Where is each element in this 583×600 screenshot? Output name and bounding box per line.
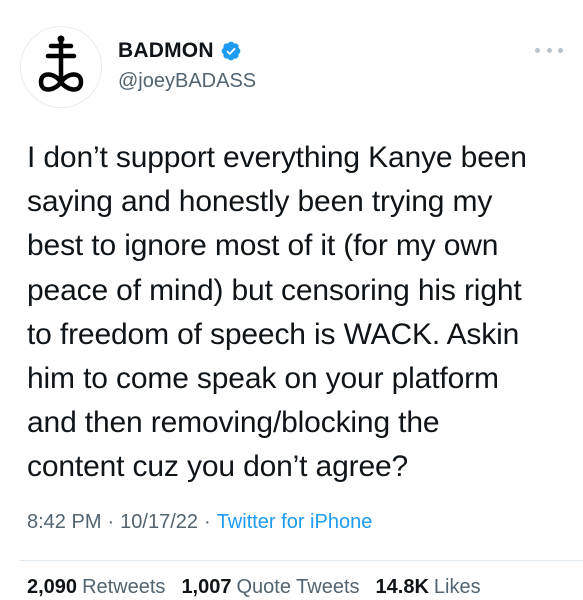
more-dot bbox=[558, 47, 563, 53]
tweet-text-line: to freedom of speech is WACK. Askin bbox=[27, 317, 520, 351]
verified-badge-icon bbox=[221, 41, 241, 61]
author-display-name[interactable]: BADMON bbox=[118, 39, 214, 63]
tweet-text-line: I don’t support everything Kanye been bbox=[27, 141, 527, 174]
more-dot bbox=[546, 47, 552, 53]
quote-tweets-stat[interactable]: 1,007 Quote Tweets bbox=[181, 576, 359, 599]
meta-separator: · bbox=[204, 511, 211, 533]
tweet-text-line: and then removing/blocking the bbox=[27, 406, 440, 440]
tweet-text-line: peace of mind) but censoring his right bbox=[27, 273, 522, 307]
tweet-text-line: him to come speak on your platform bbox=[27, 362, 499, 396]
tweet-text: I don’t support everything Kanye been sa… bbox=[27, 136, 567, 490]
tweet-time[interactable]: 8:42 PM bbox=[27, 511, 101, 534]
avatar[interactable] bbox=[20, 26, 102, 108]
retweets-stat[interactable]: 2,090 Retweets bbox=[27, 576, 165, 599]
meta-separator: · bbox=[107, 511, 115, 533]
quote-tweets-label: Quote Tweets bbox=[236, 576, 360, 598]
tweet-text-line: content cuz you don’t agree? bbox=[27, 450, 409, 484]
author-handle[interactable]: @joeyBADASS bbox=[118, 70, 256, 93]
likes-label: Likes bbox=[433, 576, 481, 598]
more-options-icon[interactable] bbox=[535, 40, 563, 60]
tweet-card: BADMON @joeyBADASS I don’t support every… bbox=[0, 0, 583, 600]
tweet-text-line: saying and honestly been trying my bbox=[27, 185, 493, 219]
tweet-header: BADMON @joeyBADASS bbox=[20, 26, 563, 108]
retweets-count: 2,090 bbox=[27, 576, 78, 598]
divider bbox=[20, 560, 583, 561]
tweet-source-link[interactable]: Twitter for iPhone bbox=[217, 511, 373, 534]
tweet-metadata: 8:42 PM · 10/17/22 · Twitter for iPhone bbox=[27, 511, 372, 534]
retweets-label: Retweets bbox=[82, 576, 166, 598]
tweet-text-line: best to ignore most of it (for my own bbox=[27, 229, 499, 263]
quote-tweets-count: 1,007 bbox=[181, 576, 232, 598]
likes-stat[interactable]: 14.8K Likes bbox=[376, 576, 481, 599]
leviathan-cross-icon bbox=[38, 35, 84, 92]
more-dot bbox=[535, 47, 540, 53]
likes-count: 14.8K bbox=[375, 576, 429, 598]
author-name-row: BADMON bbox=[118, 38, 242, 64]
engagement-stats: 2,090 Retweets 1,007 Quote Tweets 14.8K … bbox=[27, 576, 497, 599]
tweet-date[interactable]: 10/17/22 bbox=[120, 511, 198, 534]
